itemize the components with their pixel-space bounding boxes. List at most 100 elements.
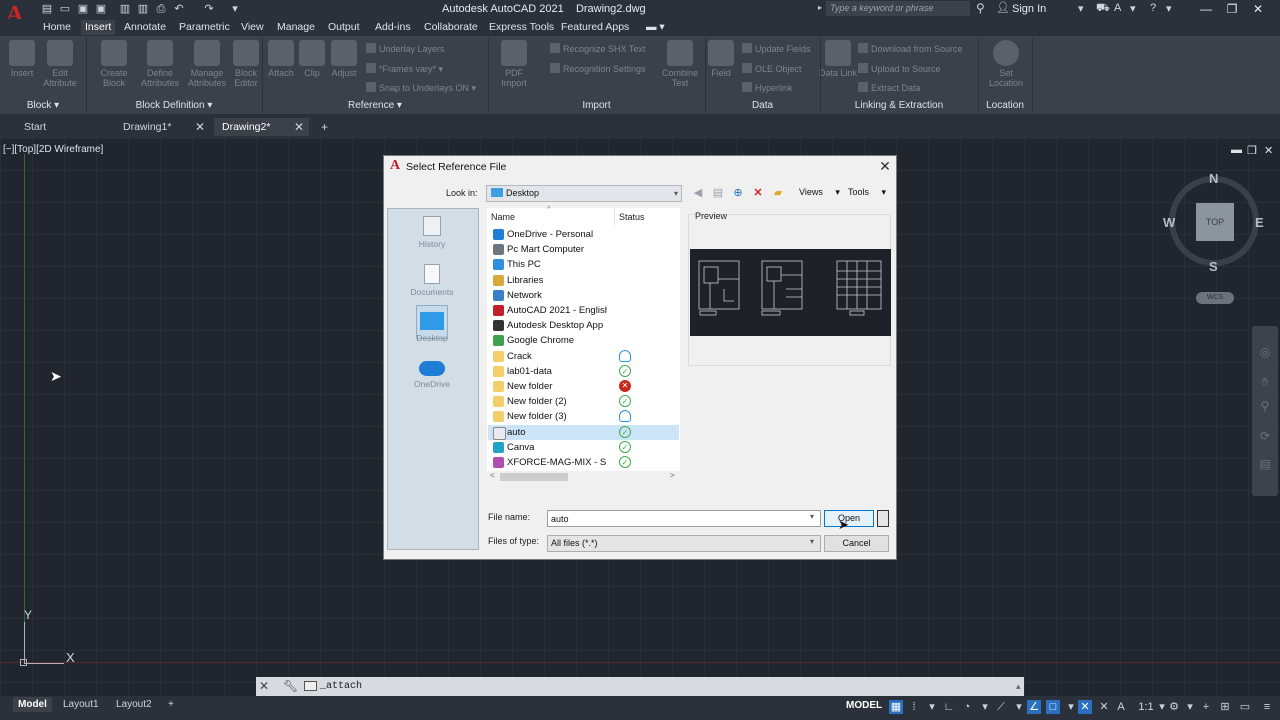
- new-layout-icon[interactable]: +: [163, 697, 179, 712]
- tab-featured-apps[interactable]: Featured Apps: [557, 20, 633, 35]
- new-file-icon[interactable]: ▤: [40, 2, 54, 16]
- file-row[interactable]: XFORCE-MAG-MIX - S... ✓: [488, 455, 679, 470]
- tab-view[interactable]: View: [237, 20, 268, 35]
- grid-icon[interactable]: ▦: [889, 700, 903, 714]
- tab-insert[interactable]: Insert: [81, 20, 116, 35]
- layout-tab-layout2[interactable]: Layout2: [111, 697, 157, 712]
- tab-express-tools[interactable]: Express Tools: [485, 20, 558, 35]
- clean-screen-icon[interactable]: ▭: [1238, 700, 1252, 714]
- pdf-import-button[interactable]: PDF Import: [492, 40, 536, 88]
- file-name-input[interactable]: [547, 510, 821, 527]
- frames-vary-dropdown[interactable]: *Frames vary* ▾: [366, 63, 443, 75]
- annotation-scale[interactable]: 1:1: [1136, 700, 1156, 714]
- close-window-button[interactable]: ✕: [1248, 1, 1268, 18]
- file-row[interactable]: Network: [488, 288, 679, 303]
- scroll-right-icon[interactable]: >: [670, 471, 675, 480]
- autodesk-a360-icon[interactable]: A: [1114, 2, 1121, 14]
- open-file-icon[interactable]: ▭: [58, 2, 72, 16]
- auto-scale-icon[interactable]: ✕: [1097, 700, 1111, 714]
- open-options-dropdown-icon[interactable]: ▾: [877, 510, 889, 527]
- tab-annotate[interactable]: Annotate: [120, 20, 170, 35]
- annotation-visibility-icon[interactable]: ✕: [1078, 700, 1092, 714]
- upload-to-source-button[interactable]: Upload to Source: [858, 63, 941, 74]
- file-row[interactable]: OneDrive - Personal: [488, 227, 679, 242]
- panel-label-block[interactable]: Block ▾: [0, 99, 86, 113]
- help-dropdown-icon[interactable]: ▾: [1166, 2, 1172, 15]
- place-history[interactable]: History: [395, 216, 469, 249]
- set-location-button[interactable]: Set Location: [984, 40, 1028, 88]
- sign-in-dropdown-icon[interactable]: ▾: [1078, 2, 1084, 15]
- cart-icon[interactable]: ⛟: [1096, 2, 1110, 16]
- snap-mode-icon[interactable]: ⁞: [907, 700, 921, 714]
- isodraft-icon[interactable]: ⟋: [994, 700, 1008, 714]
- column-separator[interactable]: [614, 208, 615, 225]
- command-customize-icon[interactable]: 🔧︎: [283, 679, 298, 693]
- place-documents[interactable]: Documents: [395, 264, 469, 297]
- underlay-layers-button[interactable]: Underlay Layers: [366, 43, 445, 54]
- delete-icon[interactable]: ✕: [750, 186, 766, 200]
- file-row[interactable]: Canva ✓: [488, 440, 679, 455]
- polar-dropdown-icon[interactable]: ▾: [978, 700, 992, 714]
- close-tab-icon[interactable]: ✕: [294, 118, 304, 136]
- edit-attribute-button[interactable]: Edit Attribute: [38, 40, 82, 88]
- column-header-status[interactable]: Status: [619, 212, 645, 222]
- manage-attributes-button[interactable]: Manage Attributes: [185, 40, 229, 88]
- zoom-extents-icon[interactable]: ⚲: [1257, 398, 1273, 414]
- quick-access-dropdown-icon[interactable]: ▾: [228, 2, 242, 16]
- plot-icon[interactable]: ⎙: [154, 2, 168, 16]
- update-fields-button[interactable]: Update Fields: [742, 43, 811, 54]
- tab-parametric[interactable]: Parametric: [175, 20, 234, 35]
- file-row[interactable]: auto ✓: [488, 424, 679, 440]
- snap-dropdown-icon[interactable]: ▾: [925, 700, 939, 714]
- dialog-close-button[interactable]: ✕: [876, 157, 894, 175]
- tab-collaborate[interactable]: Collaborate: [420, 20, 482, 35]
- help-icon[interactable]: ?: [1150, 2, 1156, 14]
- chevron-down-icon[interactable]: ▾: [810, 512, 814, 521]
- back-icon[interactable]: ◀: [690, 186, 706, 200]
- polar-tracking-icon[interactable]: ◔: [960, 700, 974, 714]
- define-attributes-button[interactable]: Define Attributes: [138, 40, 182, 88]
- hyperlink-button[interactable]: Hyperlink: [742, 82, 793, 93]
- tab-home[interactable]: Home: [39, 20, 75, 35]
- file-row[interactable]: lab01-data ✓: [488, 364, 679, 379]
- steering-wheel-icon[interactable]: ◎: [1257, 344, 1273, 360]
- command-line[interactable]: [256, 677, 1024, 696]
- file-row[interactable]: New folder (3): [488, 409, 679, 424]
- file-row[interactable]: New folder ✕: [488, 379, 679, 394]
- combine-text-button[interactable]: Combine Text: [658, 40, 702, 88]
- command-line-close-icon[interactable]: ✕: [259, 679, 269, 693]
- undo-icon[interactable]: ↶: [172, 2, 186, 16]
- scroll-left-icon[interactable]: <: [490, 471, 495, 480]
- ole-object-button[interactable]: OLE Object: [742, 63, 802, 74]
- file-row[interactable]: Crack: [488, 349, 679, 364]
- recognition-settings-button[interactable]: Recognition Settings: [550, 63, 646, 74]
- showmotion-icon[interactable]: ▤: [1257, 456, 1273, 472]
- web-mobile-save-icon[interactable]: ▥: [136, 2, 150, 16]
- place-desktop[interactable]: Desktop: [395, 312, 469, 343]
- look-in-select[interactable]: Desktop ▾: [486, 185, 682, 202]
- wcs-menu[interactable]: WCS: [1196, 292, 1234, 304]
- user-icon[interactable]: 👤︎: [996, 1, 1010, 14]
- ortho-icon[interactable]: ∟: [942, 700, 956, 714]
- place-onedrive[interactable]: OneDrive: [395, 361, 469, 389]
- annotation-monitor-icon[interactable]: +: [1199, 700, 1213, 714]
- viewport-controls-label[interactable]: [−][Top][2D Wireframe]: [3, 144, 103, 155]
- layout-tab-model[interactable]: Model: [13, 697, 52, 712]
- data-link-button[interactable]: Data Link: [816, 40, 860, 78]
- search-expand-icon[interactable]: ▸: [818, 3, 822, 12]
- tab-add-ins[interactable]: Add-ins: [371, 20, 415, 35]
- cancel-button[interactable]: Cancel: [824, 535, 889, 552]
- object-snap-dropdown-icon[interactable]: ▾: [1064, 700, 1078, 714]
- viewport-minimize-icon[interactable]: ▬: [1231, 144, 1242, 156]
- a360-dropdown-icon[interactable]: ▾: [1130, 2, 1136, 15]
- minimize-button[interactable]: —: [1196, 1, 1216, 18]
- open-button[interactable]: Open: [824, 510, 874, 527]
- object-snap-icon[interactable]: □: [1046, 700, 1060, 714]
- search-input[interactable]: Type a keyword or phrase: [826, 1, 970, 16]
- chevron-down-icon[interactable]: ▾: [810, 537, 814, 546]
- web-mobile-icon[interactable]: ▥: [118, 2, 132, 16]
- viewcube-top-face[interactable]: TOP: [1196, 203, 1234, 241]
- create-block-button[interactable]: Create Block: [92, 40, 136, 88]
- model-space-button[interactable]: MODEL: [846, 700, 882, 711]
- panel-label-block-definition[interactable]: Block Definition ▾: [86, 99, 262, 113]
